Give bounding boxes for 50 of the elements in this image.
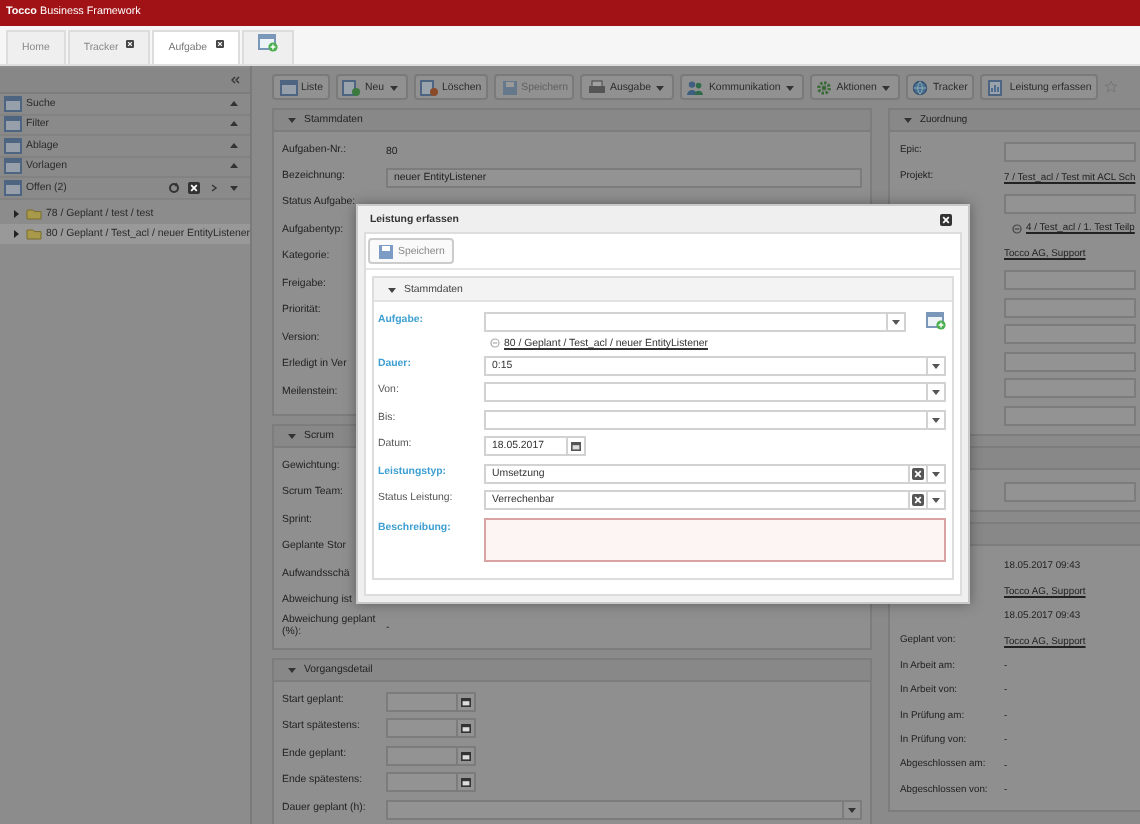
close-icon[interactable]: [940, 213, 952, 225]
caret-down-icon: [930, 413, 942, 426]
close-icon[interactable]: [912, 467, 924, 480]
calendar-button[interactable]: [458, 772, 476, 793]
people-icon: [686, 79, 705, 95]
window-icon: [4, 137, 22, 154]
window-icon: [4, 158, 22, 175]
globe-icon: [912, 79, 929, 95]
minus-circle-icon[interactable]: [490, 338, 500, 349]
window-icon: [279, 79, 297, 95]
caret-down-icon: [930, 359, 942, 372]
calendar-icon[interactable]: [460, 722, 472, 735]
document-minus-icon: [420, 79, 438, 95]
caret-down-icon: [930, 494, 942, 507]
caret-down-icon: [930, 467, 942, 480]
date-field[interactable]: [386, 745, 458, 766]
caret-down-icon[interactable]: [228, 181, 240, 194]
new-tab-button[interactable]: [241, 30, 294, 64]
close-icon[interactable]: [215, 39, 224, 47]
calendar-icon[interactable]: [460, 776, 472, 789]
calendar-icon[interactable]: [570, 440, 582, 453]
calendar-icon[interactable]: [460, 695, 472, 708]
document-chart-icon: [987, 79, 1006, 95]
caret-down-icon: [890, 315, 902, 328]
gear-icon: [816, 79, 833, 95]
calendar-icon[interactable]: [460, 749, 472, 762]
window-icon: [4, 116, 22, 133]
date-field[interactable]: [386, 718, 458, 739]
caret-down-icon: [930, 386, 942, 399]
refresh-icon[interactable]: [168, 181, 180, 194]
date-field[interactable]: [386, 772, 458, 793]
window-icon: [4, 95, 22, 112]
close-icon[interactable]: [126, 39, 135, 47]
window-plus-icon[interactable]: [926, 312, 946, 331]
date-field[interactable]: [386, 691, 458, 712]
document-plus-icon: [342, 79, 361, 95]
caret-down-icon: [846, 803, 858, 816]
text-area[interactable]: [484, 518, 946, 562]
window-icon: [4, 179, 22, 196]
close-icon[interactable]: [188, 181, 200, 194]
calendar-button[interactable]: [458, 745, 476, 766]
chevron-right-icon[interactable]: [208, 181, 220, 194]
window-plus-icon[interactable]: [257, 34, 278, 52]
double-chevron-left-icon[interactable]: [228, 74, 242, 86]
calendar-button[interactable]: [458, 718, 476, 739]
dropdown-field[interactable]: [386, 799, 862, 820]
close-icon[interactable]: [912, 494, 924, 507]
calendar-button[interactable]: [458, 691, 476, 712]
minus-circle-icon[interactable]: [1012, 224, 1022, 235]
printer-icon: [587, 79, 606, 95]
